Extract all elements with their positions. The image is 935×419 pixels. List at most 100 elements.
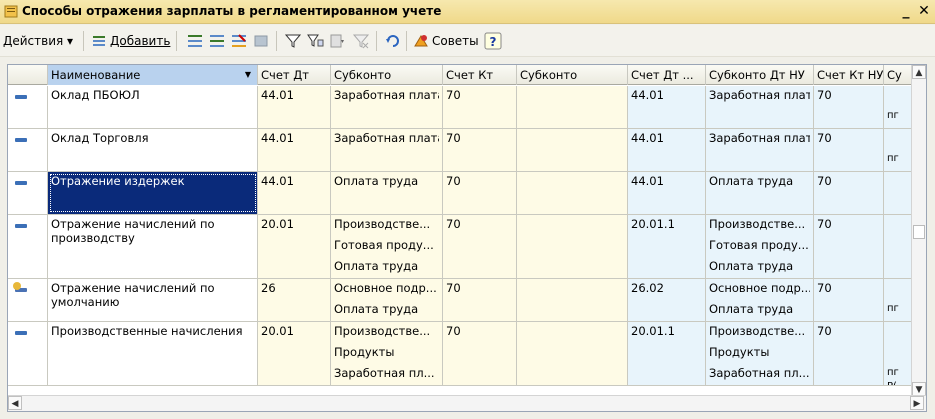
cell-line: Производстве... <box>334 324 431 338</box>
account-kt-cell[interactable]: 70 <box>443 279 517 321</box>
clear-filter-icon[interactable] <box>352 32 370 50</box>
minimize-button[interactable]: _ <box>897 2 915 20</box>
subconto-kt-nu-cell[interactable]: пг Р( <box>884 322 913 385</box>
account-dt-cell[interactable]: 44.01 <box>258 86 331 128</box>
account-dt-nu-cell[interactable]: 20.01.1 <box>628 322 706 385</box>
help-icon[interactable]: ? <box>484 32 502 50</box>
toolbar-separator <box>406 31 407 51</box>
subconto-dt-nu-cell[interactable]: Заработная плата <box>706 129 814 171</box>
header-account-kt[interactable]: Счет Кт <box>443 65 517 85</box>
scroll-left-icon[interactable]: ◀ <box>8 396 22 410</box>
table-row[interactable]: Отражение издержек 44.01 Оплата труда 70 44.… <box>8 172 913 215</box>
account-kt-cell[interactable]: 70 <box>443 215 517 278</box>
subconto-dt-nu-cell[interactable]: Производстве... Готовая проду... Оплата тр… <box>706 215 814 278</box>
table-row[interactable]: Производственные начисления 20.01 Производ… <box>8 322 913 386</box>
account-dt-nu-cell[interactable]: 44.01 <box>628 86 706 128</box>
account-kt-nu-cell[interactable]: 70 <box>814 215 884 278</box>
edit-icon[interactable] <box>230 32 248 50</box>
subconto-kt-nu-cell[interactable] <box>884 172 913 214</box>
copy-icon[interactable] <box>208 32 226 50</box>
scroll-down-icon[interactable]: ▼ <box>912 382 926 396</box>
subconto-dt-cell[interactable]: Заработная плата <box>331 129 443 171</box>
vertical-scroll-thumb[interactable] <box>913 225 925 239</box>
header-subconto-dt-nu[interactable]: Субконто Дт НУ <box>706 65 814 85</box>
header-subconto-dt[interactable]: Субконто <box>331 65 443 85</box>
account-dt-cell[interactable]: 20.01 <box>258 322 331 385</box>
header-subconto-kt[interactable]: Субконто <box>517 65 628 85</box>
window-title: Способы отражения зарплаты в регламентир… <box>22 4 442 18</box>
table-row[interactable]: Оклад ПБОЮЛ 44.01 Заработная плата 70 44.01 З… <box>8 86 913 129</box>
account-dt-nu-cell[interactable]: 26.02 <box>628 279 706 321</box>
header-account-dt-nu[interactable]: Счет Дт ... <box>628 65 706 85</box>
horizontal-scrollbar[interactable]: ◀ ▶ <box>8 395 926 411</box>
filter-by-value-icon[interactable] <box>306 32 324 50</box>
advice-button[interactable]: Советы <box>432 30 479 52</box>
cell-line: Оплата труда <box>709 259 794 273</box>
subconto-kt-cell[interactable] <box>517 172 628 214</box>
account-kt-nu-cell[interactable]: 70 <box>814 86 884 128</box>
account-kt-nu-cell[interactable]: 70 <box>814 172 884 214</box>
close-button[interactable]: ✕ <box>915 2 933 20</box>
subconto-dt-nu-cell[interactable]: Заработная плата <box>706 86 814 128</box>
toolbar-separator <box>176 31 177 51</box>
subconto-kt-nu-cell[interactable] <box>884 215 913 278</box>
cell-line: Оплата труда <box>709 174 794 188</box>
account-kt-nu-cell[interactable]: 70 <box>814 129 884 171</box>
account-kt-nu-cell[interactable]: 70 <box>814 322 884 385</box>
refresh-icon[interactable] <box>384 32 402 50</box>
name-cell[interactable]: Отражение начислений по умолчанию <box>48 279 258 321</box>
add-group-icon[interactable] <box>186 32 204 50</box>
subconto-dt-cell[interactable]: Заработная плата <box>331 86 443 128</box>
add-button[interactable]: Добавить <box>110 30 170 52</box>
table-row[interactable]: Отражение начислений по умолчанию 26 Основ… <box>8 279 913 322</box>
subconto-kt-cell[interactable] <box>517 129 628 171</box>
account-kt-cell[interactable]: 70 <box>443 129 517 171</box>
filter-list-icon[interactable] <box>328 32 346 50</box>
account-kt-cell[interactable]: 70 <box>443 322 517 385</box>
filter-icon[interactable] <box>284 32 302 50</box>
cell-line: Продукты <box>709 345 770 359</box>
table-row[interactable]: Оклад Торговля 44.01 Заработная плата 70 44.… <box>8 129 913 172</box>
name-cell[interactable]: Оклад ПБОЮЛ <box>48 86 258 128</box>
name-cell[interactable]: Оклад Торговля <box>48 129 258 171</box>
subconto-dt-cell[interactable]: Производстве... Готовая проду... Оплата тр… <box>331 215 443 278</box>
header-account-dt[interactable]: Счет Дт <box>258 65 331 85</box>
header-subconto-kt-nu[interactable]: Су <box>884 65 913 85</box>
account-dt-cell[interactable]: 20.01 <box>258 215 331 278</box>
account-kt-nu-cell[interactable]: 70 <box>814 279 884 321</box>
subconto-kt-cell[interactable] <box>517 322 628 385</box>
subconto-dt-cell[interactable]: Основное подр... Оплата труда <box>331 279 443 321</box>
subconto-kt-cell[interactable] <box>517 86 628 128</box>
header-account-kt-nu[interactable]: Счет Кт НУ <box>814 65 884 85</box>
scroll-right-icon[interactable]: ▶ <box>910 396 924 410</box>
account-kt-cell[interactable]: 70 <box>443 172 517 214</box>
actions-menu-button[interactable]: Действия ▾ <box>3 30 73 52</box>
account-dt-cell[interactable]: 44.01 <box>258 129 331 171</box>
account-dt-nu-cell[interactable]: 44.01 <box>628 129 706 171</box>
subconto-kt-cell[interactable] <box>517 279 628 321</box>
subconto-kt-cell[interactable] <box>517 215 628 278</box>
account-dt-cell[interactable]: 26 <box>258 279 331 321</box>
subconto-dt-nu-cell[interactable]: Производстве... Продукты Заработная пл... <box>706 322 814 385</box>
subconto-dt-cell[interactable]: Производстве... Продукты Заработная пл... <box>331 322 443 385</box>
header-name[interactable]: Наименование ▼ <box>48 65 258 85</box>
cell-line: Основное подр... <box>334 281 437 295</box>
account-dt-nu-cell[interactable]: 20.01.1 <box>628 215 706 278</box>
subconto-kt-nu-cell[interactable]: пг <box>884 86 913 128</box>
name-cell[interactable]: Отражение издержек <box>48 172 258 214</box>
table-row[interactable]: Отражение начислений по производству 20.0… <box>8 215 913 279</box>
name-cell[interactable]: Отражение начислений по производству <box>48 215 258 278</box>
account-dt-cell[interactable]: 44.01 <box>258 172 331 214</box>
subconto-kt-nu-cell[interactable]: пг <box>884 279 913 321</box>
subconto-kt-nu-cell[interactable]: пг <box>884 129 913 171</box>
subconto-dt-nu-cell[interactable]: Оплата труда <box>706 172 814 214</box>
scroll-up-icon[interactable]: ▲ <box>912 65 926 79</box>
cell-line: Оплата труда <box>334 259 419 273</box>
vertical-scrollbar[interactable]: ▲ ▼ <box>911 65 926 396</box>
account-dt-nu-cell[interactable]: 44.01 <box>628 172 706 214</box>
name-cell[interactable]: Производственные начисления <box>48 322 258 385</box>
subconto-dt-cell[interactable]: Оплата труда <box>331 172 443 214</box>
delete-mark-icon[interactable] <box>252 32 270 50</box>
subconto-dt-nu-cell[interactable]: Основное подр... Оплата труда <box>706 279 814 321</box>
account-kt-cell[interactable]: 70 <box>443 86 517 128</box>
